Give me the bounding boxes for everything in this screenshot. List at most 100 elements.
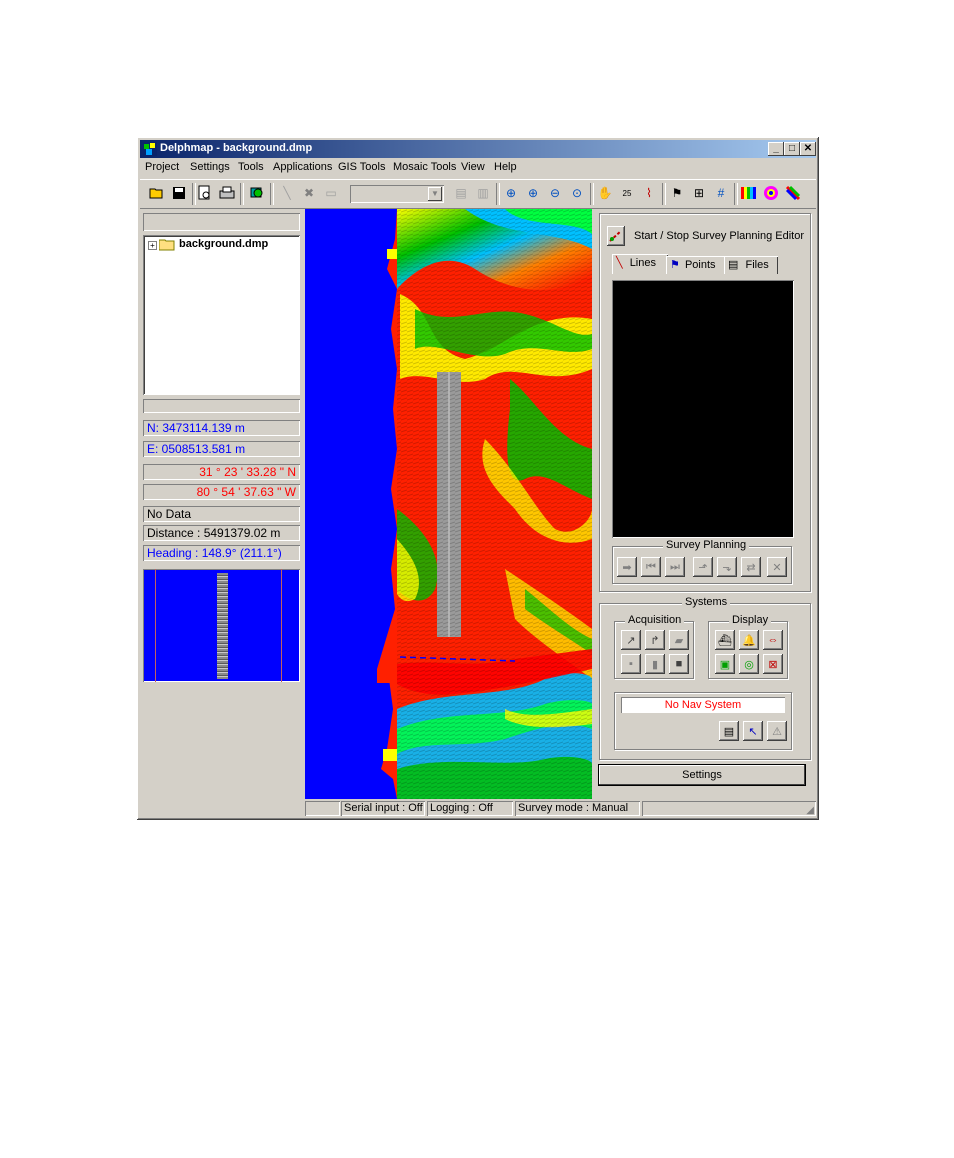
rectangle-icon[interactable]: ▭: [322, 184, 340, 202]
right-panel: Start / Stop Survey Planning Editor ╲ Li…: [595, 209, 816, 799]
nav-status-field: No Nav System: [621, 697, 785, 713]
status-empty: [305, 801, 340, 816]
window-title: Delphmap - background.dmp: [160, 142, 313, 154]
menu-gis-tools[interactable]: GIS Tools: [338, 161, 386, 173]
properties-icon[interactable]: ▤: [452, 184, 470, 202]
reverse-icon[interactable]: ⇄: [741, 557, 761, 577]
menu-project[interactable]: Project: [145, 161, 179, 173]
settings-button[interactable]: Settings: [599, 765, 805, 785]
northing-field: N: 3473114.139 m: [143, 420, 300, 436]
menu-view[interactable]: View: [461, 161, 485, 173]
overview-bound-right: [281, 569, 282, 682]
move-up-icon[interactable]: ⬏: [693, 557, 713, 577]
nav-settings-icon[interactable]: ▤: [719, 721, 739, 741]
chevron-down-icon[interactable]: ▼: [428, 187, 442, 201]
line-icon: ╲: [616, 257, 623, 269]
open-layer-icon[interactable]: ▥: [474, 184, 492, 202]
palette-icon[interactable]: [762, 184, 780, 202]
menu-mosaic-tools[interactable]: Mosaic Tools: [393, 161, 456, 173]
delete-icon[interactable]: ✖: [300, 184, 318, 202]
minimize-button[interactable]: _: [768, 142, 784, 156]
acquisition-start-icon[interactable]: ↗: [621, 630, 641, 650]
toolbar: ╲ ✖ ▭ ▼ ▤ ▥ ⊕ ⊕ ⊖ ⊙ ✋ 25 ⌇ ⚑ ⊞ #: [140, 179, 816, 209]
last-line-icon[interactable]: ⏭: [665, 557, 685, 577]
track-arrows-icon[interactable]: ⇔: [763, 630, 783, 650]
layers-icon[interactable]: [248, 184, 266, 202]
data-field: No Data: [143, 506, 300, 522]
warning-icon[interactable]: ⚠: [767, 721, 787, 741]
folder-icon: [159, 239, 175, 251]
grid-icon[interactable]: ⊞: [690, 184, 708, 202]
zoom-in-icon[interactable]: ⊕: [524, 184, 542, 202]
draw-line-icon[interactable]: ╲: [278, 184, 296, 202]
bathymetry-image: [305, 209, 592, 799]
menu-help[interactable]: Help: [494, 161, 517, 173]
tab-lines-label: Lines: [629, 257, 656, 269]
save-icon[interactable]: [170, 184, 188, 202]
tab-files[interactable]: ▤ Files: [724, 256, 778, 274]
tab-lines[interactable]: ╲ Lines: [612, 254, 668, 274]
acquisition-stop-icon[interactable]: ■: [669, 654, 689, 674]
print-preview-icon[interactable]: [196, 184, 214, 202]
nav-pointer-icon[interactable]: ↖: [743, 721, 763, 741]
survey-editor-toggle-label[interactable]: Start / Stop Survey Planning Editor: [634, 230, 804, 242]
scale-icon[interactable]: 25: [618, 184, 636, 202]
acquisition-pause-icon[interactable]: ▮: [645, 654, 665, 674]
survey-lines-list[interactable]: [612, 280, 794, 538]
heading-field: Heading : 148.9° (211.1°): [143, 545, 300, 561]
map-canvas[interactable]: [305, 209, 592, 799]
print-icon[interactable]: [218, 184, 236, 202]
next-line-icon[interactable]: ➡: [617, 557, 637, 577]
acquisition-record-icon[interactable]: ▰: [669, 630, 689, 650]
survey-planning-panel: Start / Stop Survey Planning Editor ╲ Li…: [599, 213, 811, 592]
acquisition-route-icon[interactable]: ↱: [645, 630, 665, 650]
resize-grip-icon[interactable]: ◢: [806, 805, 814, 816]
zoom-window-icon[interactable]: ⊙: [568, 184, 586, 202]
layer-select[interactable]: ▼: [350, 185, 444, 203]
zoom-extent-icon[interactable]: ⊕: [502, 184, 520, 202]
hash-grid-icon[interactable]: #: [712, 184, 730, 202]
overview-map[interactable]: [143, 569, 300, 682]
status-logging: Logging : Off: [427, 801, 513, 816]
left-panel: + background.dmp N: 3473114.139 m E: 050…: [140, 209, 304, 799]
app-icon: [143, 142, 157, 156]
app-window: Delphmap - background.dmp _ □ ✕ Project …: [137, 137, 819, 820]
boat-icon[interactable]: ⛴: [715, 630, 735, 650]
tab-points[interactable]: ⚑ Points: [666, 256, 726, 274]
alarm-bell-icon[interactable]: 🔔: [739, 630, 759, 650]
open-icon[interactable]: [148, 184, 166, 202]
compass-icon[interactable]: ◎: [739, 654, 759, 674]
delete-line-icon[interactable]: ✕: [767, 557, 787, 577]
menu-settings[interactable]: Settings: [190, 161, 230, 173]
overview-bound-left: [155, 569, 156, 682]
status-extra: [642, 801, 816, 816]
rainbow-icon[interactable]: [784, 184, 802, 202]
target-icon[interactable]: ⊠: [763, 654, 783, 674]
tree-root-label[interactable]: background.dmp: [179, 238, 268, 250]
close-button[interactable]: ✕: [800, 142, 816, 156]
tab-files-label: Files: [745, 259, 769, 271]
menu-applications[interactable]: Applications: [273, 161, 332, 173]
display-group: Display ⛴ 🔔 ⇔ ▣ ◎ ⊠: [708, 614, 788, 679]
pan-hand-icon[interactable]: ✋: [596, 184, 614, 202]
project-tree[interactable]: + background.dmp: [143, 235, 300, 395]
status-serial-input: Serial input : Off: [341, 801, 425, 816]
expand-icon[interactable]: +: [148, 241, 157, 250]
title-bar[interactable]: Delphmap - background.dmp _ □ ✕: [140, 140, 816, 158]
systems-panel: Systems Acquisition ↗ ↱ ▰ ▪ ▮ ■ Display …: [599, 596, 811, 760]
status-bar: Serial input : Off Logging : Off Survey …: [305, 800, 816, 817]
maximize-button[interactable]: □: [784, 142, 800, 156]
flag-icon[interactable]: ⚑: [668, 184, 686, 202]
zoom-out-icon[interactable]: ⊖: [546, 184, 564, 202]
first-line-icon[interactable]: ⏮: [641, 557, 661, 577]
chart-view-icon[interactable]: ▣: [715, 654, 735, 674]
menu-tools[interactable]: Tools: [238, 161, 264, 173]
longitude-field: 80 ° 54 ' 37.63 " W: [143, 484, 300, 500]
survey-planning-label: Survey Planning: [663, 539, 750, 551]
tree-header: [143, 213, 300, 231]
profile-icon[interactable]: ⌇: [640, 184, 658, 202]
color-scale-icon[interactable]: [740, 184, 758, 202]
acquisition-save-icon[interactable]: ▪: [621, 654, 641, 674]
move-down-icon[interactable]: ⬎: [717, 557, 737, 577]
survey-editor-toggle-icon[interactable]: [607, 226, 625, 246]
